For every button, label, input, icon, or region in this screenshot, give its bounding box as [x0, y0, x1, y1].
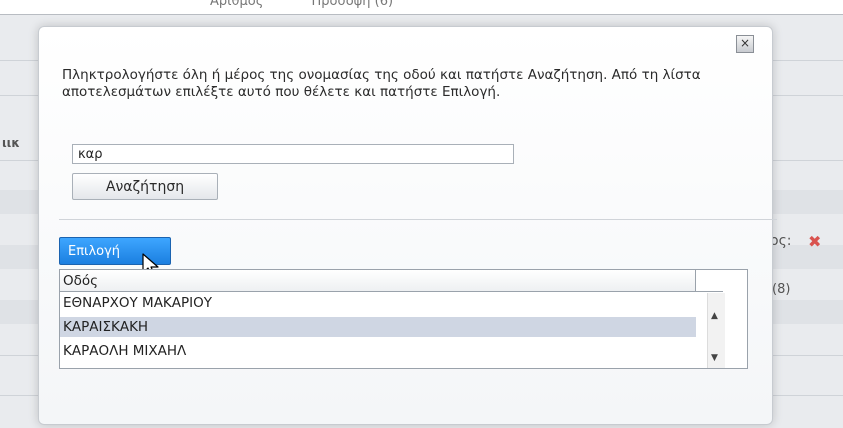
dialog-separator: [59, 219, 777, 220]
search-button[interactable]: Αναζήτηση: [72, 173, 218, 200]
list-item[interactable]: ΚΑΡΑΟΛΗ ΜΙΧΑΗΛ: [60, 341, 696, 361]
close-icon[interactable]: ×: [736, 35, 754, 53]
background-header-bar: [0, 0, 843, 15]
background-header-number: Αριθμός: [210, 0, 264, 9]
background-header-frontage: Προσοψη (6): [311, 0, 394, 9]
results-scrollbar[interactable]: ▲ ▼: [707, 293, 725, 368]
street-search-dialog: × Πληκτρολογήστε όλη ή μέρος της ονομασί…: [38, 26, 777, 425]
list-item-selected[interactable]: ΚΑΡΑΙΣΚΑΚΗ: [60, 317, 696, 337]
scroll-up-icon[interactable]: ▲: [711, 311, 718, 321]
dialog-instructions: Πληκτρολογήστε όλη ή μέρος της ονομασίας…: [62, 67, 701, 100]
background-right-label: ος:: [770, 233, 792, 249]
list-item[interactable]: ΕΘΝΑΡΧΟΥ ΜΑΚΑΡΙΟΥ: [60, 293, 696, 313]
column-header-street[interactable]: Οδός: [60, 270, 696, 292]
street-search-input[interactable]: [72, 144, 514, 164]
results-header-spacer: [696, 270, 723, 292]
background-table-header: Αριθμός Προσοψη (6): [210, 0, 393, 9]
scroll-down-icon[interactable]: ▼: [711, 353, 718, 363]
background-left-label: ιικ: [2, 136, 20, 150]
delete-icon[interactable]: ✖: [808, 232, 821, 251]
select-button[interactable]: Επιλογή: [59, 237, 171, 265]
background-count: (8): [772, 282, 791, 297]
results-list: Οδός ΕΘΝΑΡΧΟΥ ΜΑΚΑΡΙΟΥ ΚΑΡΑΙΣΚΑΚΗ ΚΑΡΑΟΛ…: [59, 269, 748, 369]
